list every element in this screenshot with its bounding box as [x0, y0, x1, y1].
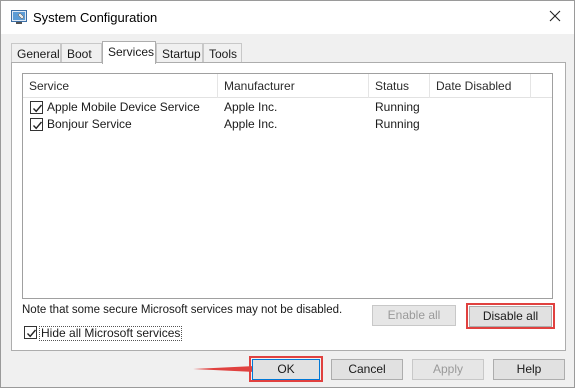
title-bar: System Configuration	[1, 1, 574, 34]
cancel-button[interactable]: Cancel	[331, 359, 403, 380]
table-row[interactable]: Bonjour Service Apple Inc. Running	[23, 116, 552, 133]
tab-boot[interactable]: Boot	[61, 43, 102, 63]
enable-all-button[interactable]: Enable all	[372, 305, 456, 326]
service-manufacturer: Apple Inc.	[224, 100, 278, 114]
column-header-manufacturer[interactable]: Manufacturer	[218, 74, 369, 98]
service-name: Bonjour Service	[47, 117, 132, 131]
tab-services[interactable]: Services	[102, 41, 156, 64]
column-header-service[interactable]: Service	[23, 74, 218, 98]
services-list[interactable]: Service Manufacturer Status Date Disable…	[22, 73, 553, 299]
help-button[interactable]: Help	[493, 359, 565, 380]
service-status: Running	[375, 117, 420, 131]
column-header-date-disabled[interactable]: Date Disabled	[430, 74, 531, 98]
service-checkbox[interactable]	[30, 101, 43, 114]
window-title: System Configuration	[33, 10, 158, 25]
hide-microsoft-services-label[interactable]: Hide all Microsoft services	[39, 326, 183, 341]
service-manufacturer: Apple Inc.	[224, 117, 278, 131]
services-panel: Service Manufacturer Status Date Disable…	[11, 62, 566, 351]
list-header: Service Manufacturer Status Date Disable…	[23, 74, 552, 98]
service-checkbox[interactable]	[30, 118, 43, 131]
ok-button[interactable]: OK	[252, 359, 320, 380]
disable-all-button[interactable]: Disable all	[469, 306, 552, 327]
secure-services-note: Note that some secure Microsoft services…	[22, 304, 343, 316]
apply-button[interactable]: Apply	[412, 359, 484, 380]
system-configuration-window: System Configuration General Boot Servic…	[0, 0, 575, 388]
service-status: Running	[375, 100, 420, 114]
close-button[interactable]	[539, 3, 571, 31]
hide-microsoft-services-checkbox[interactable]	[24, 326, 37, 339]
service-name: Apple Mobile Device Service	[47, 100, 200, 114]
tab-general[interactable]: General	[11, 43, 61, 63]
tab-startup[interactable]: Startup	[156, 43, 203, 63]
table-row[interactable]: Apple Mobile Device Service Apple Inc. R…	[23, 99, 552, 116]
column-header-status[interactable]: Status	[369, 74, 430, 98]
close-icon	[549, 10, 561, 25]
tab-tools[interactable]: Tools	[203, 43, 242, 63]
msconfig-icon	[11, 10, 27, 25]
